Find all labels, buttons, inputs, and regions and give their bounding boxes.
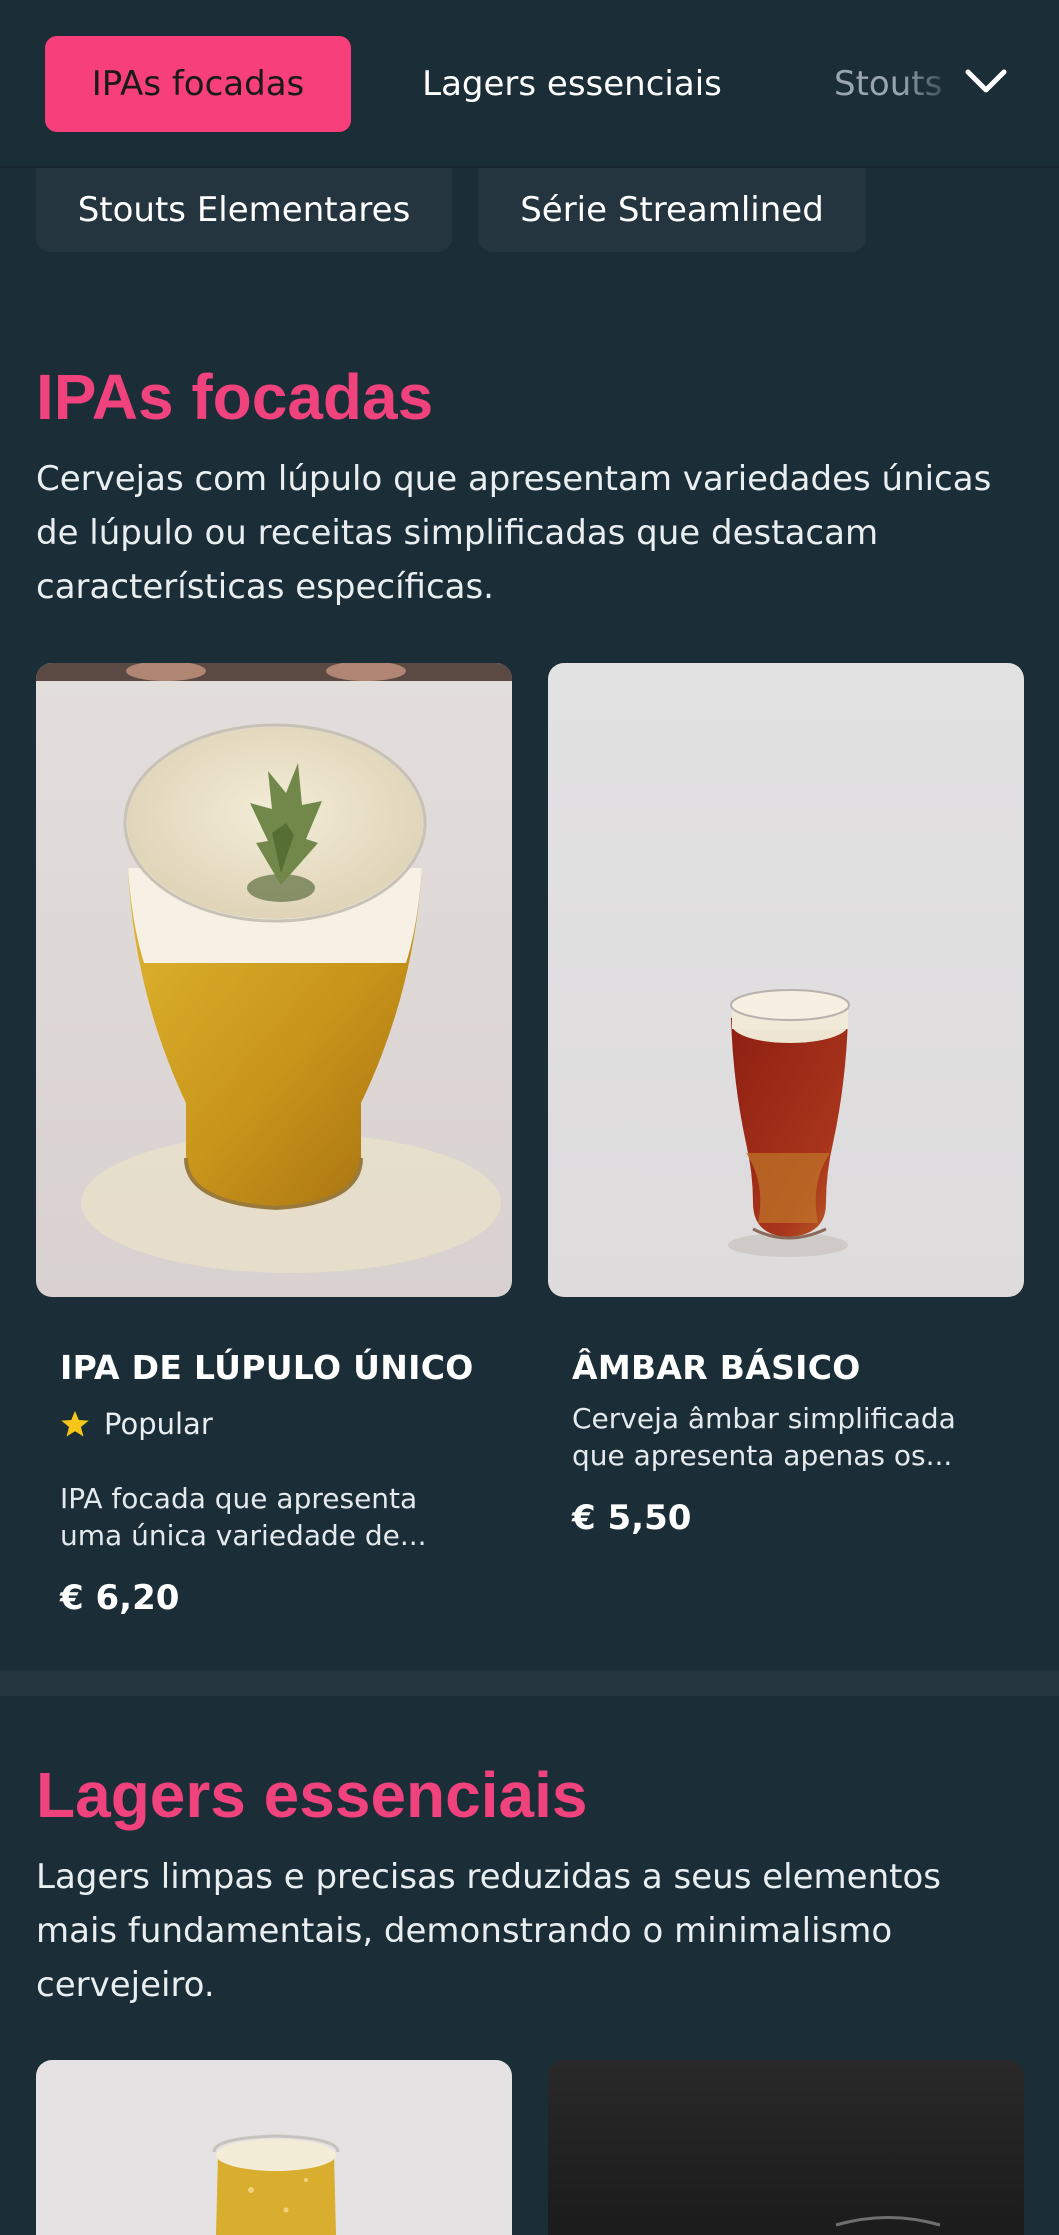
product-image-ambar-basico[interactable] [548,663,1024,1297]
beer-glass-photo [36,2060,512,2235]
chip-stouts-elementares[interactable]: Stouts Elementares [36,168,452,252]
section-title: IPAs focadas [36,361,434,433]
section-description: Lagers limpas e precisas reduzidas a seu… [36,1857,941,2005]
tab-ipas-focadas[interactable]: IPAs focadas [45,36,351,132]
tab-overflow-fade [900,36,960,132]
product-description: IPA focada que apresenta uma única varie… [60,1482,427,1552]
product-name[interactable]: IPA DE LÚPULO ÚNICO [60,1348,474,1387]
section-divider [0,1670,1059,1696]
chevron-down-icon[interactable] [962,62,1010,102]
section-title: Lagers essenciais [36,1759,588,1831]
star-icon [61,1410,89,1437]
badge-label: Popular [104,1407,213,1441]
chip-serie-streamlined[interactable]: Série Streamlined [478,168,866,252]
product-image-lager[interactable] [36,2060,512,2235]
product-image-dark[interactable] [548,2060,1024,2235]
category-nav: IPAs focadas Lagers essenciais Stouts [0,0,1059,168]
product-image-ipa-lupulo-unico[interactable] [36,663,512,1297]
product-price: € 6,20 [60,1578,180,1618]
product-description: Cerveja âmbar simplificada que apresenta… [572,1402,956,1472]
product-price: € 5,50 [572,1498,692,1538]
category-chips: Stouts Elementares Série Streamlined [0,168,1059,254]
product-name[interactable]: ÂMBAR BÁSICO [572,1348,861,1387]
beer-glass-photo [548,2060,1024,2235]
beer-glass-photo [548,663,1024,1297]
beer-glass-photo [36,663,512,1297]
popular-badge: Popular [60,1407,213,1441]
tab-lagers-essenciais[interactable]: Lagers essenciais [390,36,754,132]
section-description: Cervejas com lúpulo que apresentam varie… [36,459,992,607]
